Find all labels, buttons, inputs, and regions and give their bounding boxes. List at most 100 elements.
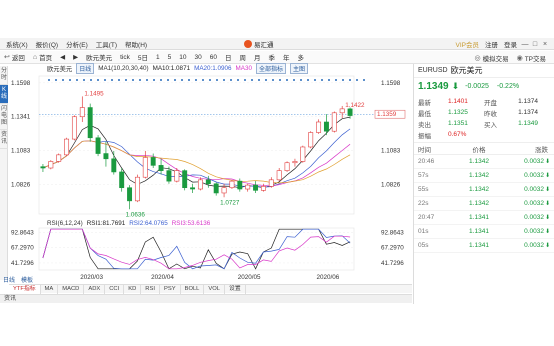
tick-change: 0.0032 — [524, 242, 544, 249]
all-indicators-button[interactable]: 全部指标 — [256, 63, 287, 74]
register-link[interactable]: 注册 — [482, 39, 501, 49]
candle-body — [134, 176, 140, 202]
close-button[interactable]: × — [540, 41, 550, 48]
sim-trade-button[interactable]: ◎ 模拟交易 — [470, 53, 512, 63]
rsi3-value: RSI3:53.6136 — [171, 220, 211, 227]
tick-time: 01s — [418, 228, 429, 235]
menu-analysis[interactable]: 分析(E) — [62, 39, 92, 49]
event-marker-dot — [335, 79, 337, 81]
sub-tab-template[interactable]: 模板 — [18, 275, 36, 284]
event-marker-dot — [342, 79, 344, 81]
tp-trade-button[interactable]: ◉ TP交易 — [513, 53, 550, 63]
vip-link[interactable]: VIP会员 — [453, 39, 482, 49]
tab-flash-chart[interactable]: 闪电图 — [0, 104, 8, 130]
status-news-label[interactable]: 资讯 — [4, 296, 16, 302]
event-marker-dot — [328, 79, 330, 81]
home-button[interactable]: ⌂ 首页 — [29, 52, 56, 63]
low-annotation: 1.0636 — [126, 211, 146, 218]
candle-body — [182, 170, 188, 189]
tab-settings[interactable]: 设置 — [225, 284, 246, 294]
candle-body — [229, 180, 235, 189]
next-symbol-button[interactable]: ▶ — [69, 53, 82, 61]
tab-macd[interactable]: MACD — [58, 284, 85, 294]
event-marker-dot — [279, 79, 281, 81]
app-title: 易汇通 — [244, 38, 274, 50]
kline-chart-area[interactable]: 1.15981.15981.13411.13411.10831.10831.08… — [9, 63, 412, 282]
back-button[interactable]: ↩ 返回 — [0, 52, 29, 62]
legend-ma-title: MA1(10,20,30,40) — [98, 65, 149, 72]
price-axis-label-left: 1.1341 — [11, 114, 31, 121]
period-30min[interactable]: 30 — [190, 54, 205, 61]
candle-body — [87, 107, 93, 139]
candle-body — [197, 179, 203, 190]
candle-body — [276, 170, 282, 181]
tab-adx[interactable]: ADX — [84, 284, 106, 294]
period-more[interactable]: 多 — [293, 52, 308, 62]
candle-body — [48, 161, 54, 169]
tab-ma[interactable]: MA — [41, 284, 59, 294]
period-10min[interactable]: 10 — [175, 54, 190, 61]
tab-cci[interactable]: CCI — [105, 284, 125, 294]
tab-rsi[interactable]: RSI — [141, 284, 160, 294]
period-quarter[interactable]: 季 — [264, 52, 279, 62]
left-view-tabs: 分时 K线 闪电图 资讯 — [0, 66, 8, 280]
tick-time: 20:47 — [418, 214, 435, 221]
candle-body — [237, 180, 243, 190]
sim-trade-icon: ◎ — [474, 54, 481, 62]
prev-symbol-button[interactable]: ◀ — [56, 53, 69, 61]
candle-body — [119, 171, 125, 189]
maximize-button[interactable]: □ — [530, 41, 540, 48]
kline-chart[interactable]: 1.15981.15981.13411.13411.10831.10831.08… — [9, 64, 412, 282]
menu-help[interactable]: 帮助(H) — [121, 39, 151, 49]
rsi2-value: RSI2:64.0765 — [129, 220, 168, 227]
stat-label: 振幅 — [418, 132, 431, 140]
period-60min[interactable]: 60 — [206, 54, 221, 61]
event-marker-dot — [174, 79, 176, 81]
stat-row: 卖出 1.1351 买入 1.1349 — [418, 118, 550, 129]
menu-system[interactable]: 系统(X) — [2, 39, 32, 49]
minimize-button[interactable]: — — [520, 41, 530, 48]
tab-vol[interactable]: VOL — [204, 284, 226, 294]
tick-table: 20:46 1.1342 0.0032 ⬇ 57s 1.1342 0.0032 ⬇ 55s 1.1… — [414, 155, 554, 253]
period-year[interactable]: 年 — [279, 52, 294, 62]
candle-body — [260, 186, 266, 191]
period-week[interactable]: 周 — [235, 52, 250, 62]
candle-body — [308, 132, 314, 148]
tab-boll[interactable]: BOLL — [181, 284, 205, 294]
event-marker-dot — [251, 79, 253, 81]
period-5day[interactable]: 5日 — [134, 52, 152, 62]
event-marker-dot — [118, 79, 120, 81]
tick-time: 22s — [418, 200, 429, 207]
candle-body — [339, 108, 345, 114]
candle-body — [253, 184, 259, 191]
rsi-axis-label: 92.8643 — [381, 229, 404, 236]
period-5min[interactable]: 5 — [164, 54, 176, 61]
tick-time: 05s — [418, 242, 429, 249]
tab-timeshare[interactable]: 分时 — [0, 66, 8, 85]
main-chart-button[interactable]: 主图 — [290, 63, 309, 74]
legend-period-tag[interactable]: 日线 — [76, 63, 95, 74]
period-month[interactable]: 月 — [250, 52, 265, 62]
sub-tab-daily[interactable]: 日线 — [0, 275, 18, 284]
tab-kd[interactable]: KD — [124, 284, 142, 294]
tab-kline[interactable]: K线 — [0, 85, 8, 104]
period-tick[interactable]: tick — [116, 54, 134, 61]
period-1min[interactable]: 1 — [152, 54, 164, 61]
price-axis-label: 1.1598 — [381, 80, 401, 87]
tab-ytf[interactable]: YTF指标 — [9, 284, 41, 294]
login-link[interactable]: 登录 — [501, 39, 520, 49]
candle-body — [40, 166, 46, 169]
tick-time: 20:46 — [418, 158, 435, 165]
menu-tools[interactable]: 工具(T) — [92, 39, 121, 49]
tab-psy[interactable]: PSY — [160, 284, 181, 294]
tab-news[interactable]: 资讯 — [0, 130, 8, 149]
menu-quote[interactable]: 报价(Q) — [32, 39, 62, 49]
date-axis-label: 2020/05 — [238, 274, 261, 281]
period-day[interactable]: 日 — [221, 52, 236, 62]
stat-value: 1.1351 — [448, 120, 468, 127]
tick-change: 0.0032 — [524, 186, 544, 193]
event-marker-dot — [202, 79, 204, 81]
candle-body — [245, 184, 251, 190]
event-marker-dot — [48, 79, 50, 81]
event-marker-dot — [356, 79, 358, 81]
